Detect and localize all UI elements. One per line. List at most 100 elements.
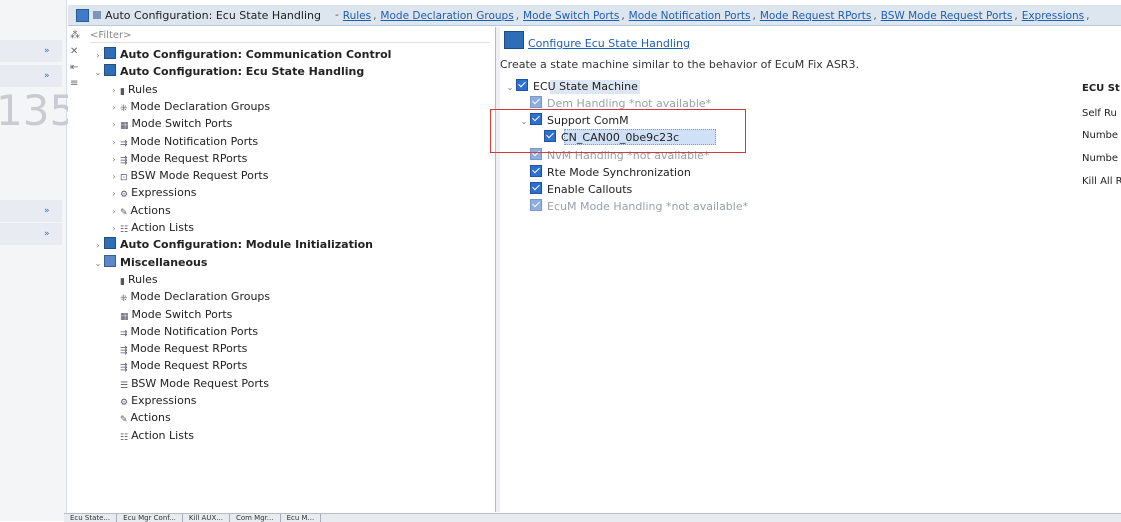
header-link[interactable]: Mode Switch Ports [523, 10, 619, 22]
option-label: Rte Mode Synchronization [547, 166, 691, 179]
tree-item[interactable]: › Auto Configuration: Communication Contr… [92, 46, 391, 63]
tree-item-label: Mode Request RPorts [130, 342, 248, 356]
tree-item-label: Rules [127, 82, 158, 96]
tree-item[interactable]: › ⊡ BSW Mode Request Ports [108, 167, 268, 184]
tree-item-label: Mode Declaration Groups [130, 99, 271, 113]
tree-item-label: Miscellaneous [120, 255, 208, 269]
tree-item[interactable]: ⚙ Expressions [108, 392, 197, 409]
expanded-icon[interactable]: ⌄ [92, 255, 104, 272]
folder-icon [104, 254, 116, 267]
tree-item[interactable]: ⌄ Miscellaneous [92, 254, 207, 271]
tree-item-label: Action Lists [131, 428, 194, 442]
tree-item[interactable]: › ✎ Actions [108, 202, 171, 220]
tree-item[interactable]: › ⚙ Expressions [108, 184, 196, 202]
tree-item-label: Actions [130, 411, 171, 425]
strip-item[interactable]: » [0, 40, 62, 62]
header-link[interactable]: Mode Request RPorts [760, 10, 872, 22]
tree-item[interactable]: ⇉ Mode Notification Ports [108, 323, 258, 340]
tree-item[interactable]: ⇶ Mode Request RPorts [108, 340, 247, 357]
collapse-icon[interactable]: ⇤ [70, 62, 78, 73]
tree-item-label: Actions [130, 203, 171, 217]
option-row[interactable]: ⌄ ECU State Machine [504, 78, 638, 95]
tree-item[interactable]: ⌄ Auto Configuration: Ecu State Handling [92, 63, 364, 80]
checkbox [530, 96, 542, 108]
configuration-icon [104, 237, 116, 250]
checkbox[interactable] [530, 165, 542, 177]
side-label: Numbe [1082, 153, 1119, 164]
highlight-box [490, 109, 746, 153]
tree-item-label: Mode Notification Ports [130, 134, 259, 148]
strip-item[interactable]: » [0, 223, 62, 245]
collapsed-icon[interactable]: › [108, 82, 120, 99]
tree-item[interactable]: › ▦ Mode Switch Ports [108, 115, 232, 132]
tree-item[interactable]: ⇶ Mode Request RPorts [108, 357, 247, 374]
clear-icon[interactable]: ✕ [70, 46, 78, 57]
strip-item[interactable]: » [0, 200, 62, 222]
option-row[interactable]: Rte Mode Synchronization [518, 164, 691, 181]
option-row[interactable]: EcuM Mode Handling *not available* [518, 198, 748, 215]
tree-item[interactable]: › ⇉ Mode Notification Ports [108, 133, 258, 150]
tree-item[interactable]: › ☷ Action Lists [108, 219, 194, 236]
option-label: Enable Callouts [547, 183, 633, 196]
checkbox[interactable] [530, 182, 542, 194]
tree-item-label: BSW Mode Request Ports [131, 376, 269, 390]
side-label: Numbe [1082, 130, 1119, 141]
filter-input[interactable]: <Filter> [90, 30, 490, 43]
tree-item[interactable]: › Auto Configuration: Module Initializati… [92, 236, 373, 253]
collapsed-icon[interactable]: › [108, 99, 120, 116]
tree-item[interactable]: ☰ BSW Mode Request Ports [108, 375, 269, 392]
collapsed-icon[interactable]: › [92, 237, 104, 254]
tree-item[interactable]: › ▮ Rules [108, 81, 158, 99]
menu-icon[interactable]: ≡ [70, 78, 78, 89]
tree-item-label: Mode Notification Ports [130, 324, 259, 338]
option-label: EcuM Mode Handling *not available* [547, 200, 749, 213]
collapsed-icon[interactable]: › [92, 47, 104, 64]
header-links: Rules, Mode Declaration Groups, Mode Switc… [342, 9, 1090, 22]
tree-item[interactable]: › ⇶ Mode Request RPorts [108, 150, 247, 167]
checkbox [530, 199, 542, 211]
tree-item-label: Mode Switch Ports [131, 117, 233, 131]
link-icon[interactable]: ⁂ [70, 30, 80, 41]
tree-item[interactable]: ▮ Rules [108, 271, 158, 288]
chevron-icon[interactable]: » [44, 46, 50, 56]
tree-item[interactable]: ☷ Action Lists [108, 427, 194, 444]
option-row[interactable]: Enable Callouts [518, 181, 632, 198]
collapsed-icon[interactable]: › [108, 220, 120, 237]
header-link[interactable]: Expressions [1022, 10, 1084, 22]
header-link[interactable]: Mode Notification Ports [629, 10, 751, 22]
side-label: ECU St [1082, 83, 1120, 94]
tree-item[interactable]: ✎ Actions [108, 409, 171, 426]
chevron-icon[interactable]: » [44, 206, 50, 216]
chevron-icon[interactable]: » [44, 71, 50, 81]
tree-item-label: Mode Request RPorts [130, 359, 248, 373]
header-link[interactable]: Rules [343, 10, 371, 22]
tree-item[interactable]: ▦ Mode Switch Ports [108, 306, 232, 323]
collapsed-icon[interactable]: › [108, 203, 120, 220]
config-icon [93, 11, 101, 19]
editor-icon [76, 8, 89, 22]
tree-view: › Auto Configuration: Communication Contr… [92, 46, 492, 446]
tree-item-label: Mode Switch Ports [131, 307, 233, 321]
header-link[interactable]: Mode Declaration Groups [380, 10, 513, 22]
collapsed-icon[interactable]: › [108, 185, 120, 202]
tree-item-label: Rules [127, 272, 158, 286]
tree-item-label: Auto Configuration: Communication Contro… [120, 48, 392, 61]
collapsed-icon[interactable]: › [108, 116, 120, 133]
expanded-icon[interactable]: ⌄ [92, 64, 104, 81]
configure-link[interactable]: Configure Ecu State Handling [528, 37, 690, 50]
tree-item[interactable]: › ⁜ Mode Declaration Groups [108, 98, 270, 115]
collapsed-icon[interactable]: › [108, 168, 120, 185]
checkbox[interactable] [516, 79, 528, 91]
collapsed-icon[interactable]: › [108, 134, 120, 151]
strip-item[interactable]: » [0, 65, 62, 87]
tree-item-label: Mode Request RPorts [130, 151, 248, 165]
tree-item[interactable]: ⁜ Mode Declaration Groups [108, 288, 270, 305]
chevron-icon[interactable]: » [44, 229, 50, 239]
tree-item-label: Auto Configuration: Ecu State Handling [120, 65, 365, 79]
configuration-icon [104, 47, 116, 59]
expanded-icon[interactable]: ⌄ [504, 79, 516, 96]
side-label: Self Ru [1082, 108, 1117, 119]
collapsed-icon[interactable]: › [108, 151, 120, 168]
header-link[interactable]: BSW Mode Request Ports [881, 10, 1013, 22]
tree-item-label: BSW Mode Request Ports [130, 169, 269, 183]
